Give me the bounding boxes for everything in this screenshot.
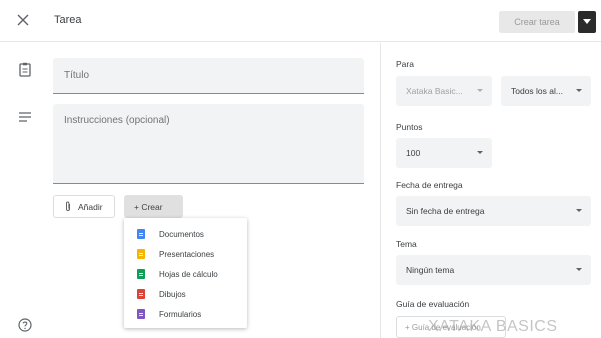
chevron-down-icon [576, 89, 582, 92]
points-select-value: 100 [406, 148, 421, 158]
sheets-icon [137, 269, 145, 279]
watermark: XATAKA BASICS [428, 318, 558, 336]
instructions-icon [18, 110, 32, 128]
help-icon[interactable] [18, 318, 32, 337]
menu-item-slides[interactable]: Presentaciones [124, 244, 247, 264]
create-assignment-button[interactable]: Crear tarea [499, 11, 575, 33]
chevron-down-icon [477, 151, 483, 154]
menu-item-sheets[interactable]: Hojas de cálculo [124, 264, 247, 284]
menu-item-label: Formularios [159, 309, 202, 319]
title-input[interactable]: Título [53, 58, 364, 94]
paperclip-icon [66, 201, 70, 211]
menu-item-label: Hojas de cálculo [159, 269, 218, 279]
slides-icon [137, 249, 145, 259]
rubric-label: Guía de evaluación [396, 299, 470, 309]
topic-select[interactable]: Ningún tema [396, 255, 591, 285]
topic-value: Ningún tema [406, 265, 455, 275]
forms-icon [137, 309, 145, 319]
due-date-value: Sin fecha de entrega [406, 206, 485, 216]
for-label: Para [396, 59, 414, 69]
menu-item-drawings[interactable]: Dibujos [124, 284, 247, 304]
due-date-label: Fecha de entrega [396, 180, 463, 190]
caret-down-icon [583, 19, 591, 24]
chevron-down-icon [576, 209, 582, 212]
title-placeholder: Título [64, 70, 90, 81]
menu-item-docs[interactable]: Documentos [124, 224, 247, 244]
menu-item-label: Dibujos [159, 289, 186, 299]
due-date-select[interactable]: Sin fecha de entrega [396, 196, 591, 226]
students-select[interactable]: Todos los al... [501, 76, 591, 106]
create-menu: Documentos Presentaciones Hojas de cálcu… [124, 218, 247, 328]
page-title: Tarea [54, 14, 82, 26]
chevron-down-icon [576, 268, 582, 271]
menu-item-label: Presentaciones [159, 249, 215, 259]
assignment-icon [18, 62, 32, 83]
create-options-dropdown[interactable] [578, 11, 596, 33]
close-icon[interactable] [14, 11, 32, 29]
menu-item-forms[interactable]: Formularios [124, 304, 247, 324]
drawings-icon [137, 289, 145, 299]
add-button-label: Añadir [78, 201, 103, 212]
topic-label: Tema [396, 239, 417, 249]
chevron-down-icon [477, 89, 483, 92]
students-select-value: Todos los al... [511, 86, 563, 96]
instructions-placeholder: Instrucciones (opcional) [64, 115, 170, 126]
top-bar: Tarea Crear tarea [0, 0, 601, 42]
points-label: Puntos [396, 122, 423, 132]
docs-icon [137, 229, 145, 239]
add-attachment-button[interactable]: Añadir [53, 195, 115, 218]
instructions-input[interactable]: Instrucciones (opcional) [53, 104, 364, 184]
points-select[interactable]: 100 [396, 138, 492, 168]
watermark-text: XATAKA BASICS [428, 318, 558, 335]
class-select[interactable]: Xataka Basic... [396, 76, 492, 106]
create-new-button[interactable]: + Crear [124, 195, 183, 218]
menu-item-label: Documentos [159, 229, 204, 239]
settings-panel: Para Xataka Basic... Todos los al... Pun… [380, 43, 601, 338]
create-new-label: + Crear [134, 201, 163, 212]
class-select-value: Xataka Basic... [406, 86, 463, 96]
